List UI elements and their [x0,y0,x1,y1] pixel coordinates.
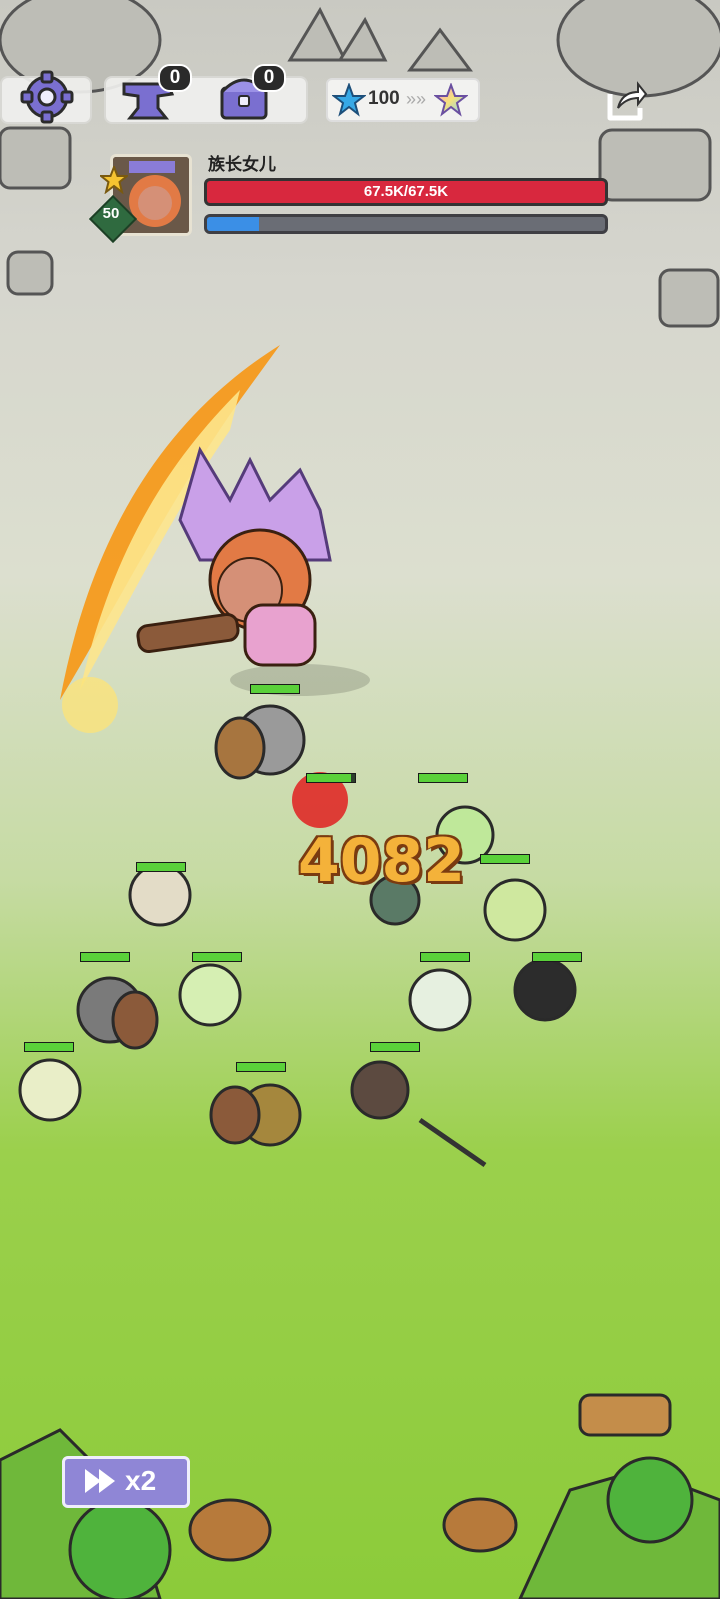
damage-number: 4082 [298,826,465,896]
speed-label: x2 [125,1465,157,1496]
anvil-count: 0 [158,64,192,92]
boss-level: 50 [102,205,120,222]
boss-progress-fill [207,217,259,231]
share-button[interactable] [604,80,648,124]
boss-hp-text: 67.5K/67.5K [363,183,449,200]
gear-icon [20,70,74,124]
stars-value: 100 [368,88,400,109]
unit-hp-bar [480,854,530,864]
unit-hp-bar [418,773,468,783]
unit-hp-bar [192,952,242,962]
unit-hp-bar [532,952,582,962]
chest-count: 0 [252,64,286,92]
battlefield-art [0,0,720,1599]
fast-forward-icon [85,1469,115,1493]
boss-hp-bar: 67.5K/67.5K [204,178,608,206]
unit-hp-bar [306,773,356,783]
unit-hp-bar [24,1042,74,1052]
unit-hp-bar [136,862,186,872]
settings-button[interactable] [20,70,74,124]
battle-scene: 4082 0 0 100 »» 50 族长女儿 67.5K/67.5K x2 [0,0,720,1599]
rock [287,6,348,62]
log-right [658,268,720,328]
unit-hp-bar [236,1062,286,1072]
blue-star-icon [332,83,366,117]
boss-star-icon [100,166,128,194]
share-icon [607,81,648,121]
unit-hp-bar [250,684,300,694]
unit-hp-bar [420,952,470,962]
rainbow-star-icon [434,83,468,117]
log-left [6,250,54,296]
speed-toggle-button[interactable]: x2 [62,1456,190,1508]
star-progress[interactable]: 100 »» [326,78,480,122]
hero-units [18,704,577,1168]
unit-hp-bar [370,1042,420,1052]
boss-progress-bar [204,214,608,234]
arrow-chevrons: »» [406,89,427,109]
unit-hp-bar [80,952,130,962]
boss-name: 族长女儿 [208,155,276,174]
